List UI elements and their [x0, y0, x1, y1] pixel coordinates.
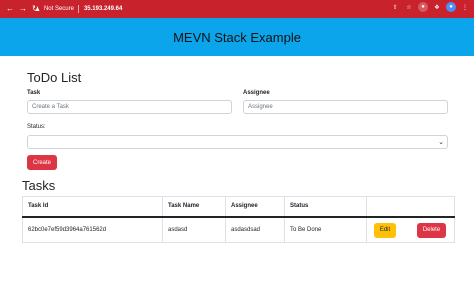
profile-avatar-icon[interactable]: ●: [446, 2, 456, 12]
edit-button[interactable]: Edit: [374, 222, 396, 238]
column-header-task-name: Task Name: [162, 196, 226, 218]
column-header-status: Status: [284, 196, 367, 218]
page-title: MEVN Stack Example: [173, 29, 301, 45]
warning-icon: ▲: [34, 5, 41, 13]
task-label: Task: [27, 90, 41, 96]
browser-actions: ⇧ ☆ ● ❖ ● ⋮: [390, 2, 470, 12]
status-label: Status:: [27, 124, 46, 130]
browser-toolbar: ← → ↻ ▲ Not Secure 35.193.249.64 ⇧ ☆ ● ❖…: [0, 0, 474, 18]
task-actions-cell: Edit Delete: [366, 216, 455, 243]
page-header: MEVN Stack Example: [0, 18, 474, 56]
tasks-table: Task Id Task Name Assignee Status 62bc0e…: [22, 196, 455, 243]
chevron-down-icon: ⌄: [438, 139, 444, 146]
table-row: 62bc0e7ef59d3964a761562d asdasd asdasdsa…: [22, 216, 455, 243]
share-icon[interactable]: ⇧: [390, 2, 400, 12]
puzzle-icon[interactable]: ❖: [432, 2, 442, 12]
menu-dots-icon[interactable]: ⋮: [460, 2, 470, 12]
bookmark-star-icon[interactable]: ☆: [404, 2, 414, 12]
tasks-heading: Tasks: [22, 178, 56, 193]
back-arrow-icon[interactable]: ←: [6, 5, 14, 13]
table-header-row: Task Id Task Name Assignee Status: [22, 196, 455, 218]
task-input[interactable]: Create a Task: [27, 100, 232, 114]
column-header-assignee: Assignee: [225, 196, 285, 218]
delete-button[interactable]: Delete: [417, 222, 446, 238]
assignee-input[interactable]: Assignee: [243, 100, 448, 114]
assignee-label: Assignee: [243, 90, 270, 96]
browser-nav: ← → ↻: [0, 5, 39, 13]
security-label[interactable]: Not Secure: [44, 6, 74, 12]
task-id-cell: 62bc0e7ef59d3964a761562d: [22, 216, 163, 243]
create-button[interactable]: Create: [27, 155, 57, 170]
address-divider: [77, 5, 79, 13]
column-header-task-id: Task Id: [22, 196, 163, 218]
forward-arrow-icon[interactable]: →: [19, 5, 27, 13]
status-select[interactable]: ⌄: [27, 135, 448, 149]
extension-icon[interactable]: ●: [418, 2, 428, 12]
task-assignee-cell: asdasdsad: [225, 216, 285, 243]
task-name-cell: asdasd: [162, 216, 226, 243]
todo-list-heading: ToDo List: [27, 70, 82, 85]
address-url[interactable]: 35.193.249.64: [84, 6, 122, 12]
column-header-actions: [366, 196, 455, 218]
task-status-cell: To Be Done: [284, 216, 367, 243]
